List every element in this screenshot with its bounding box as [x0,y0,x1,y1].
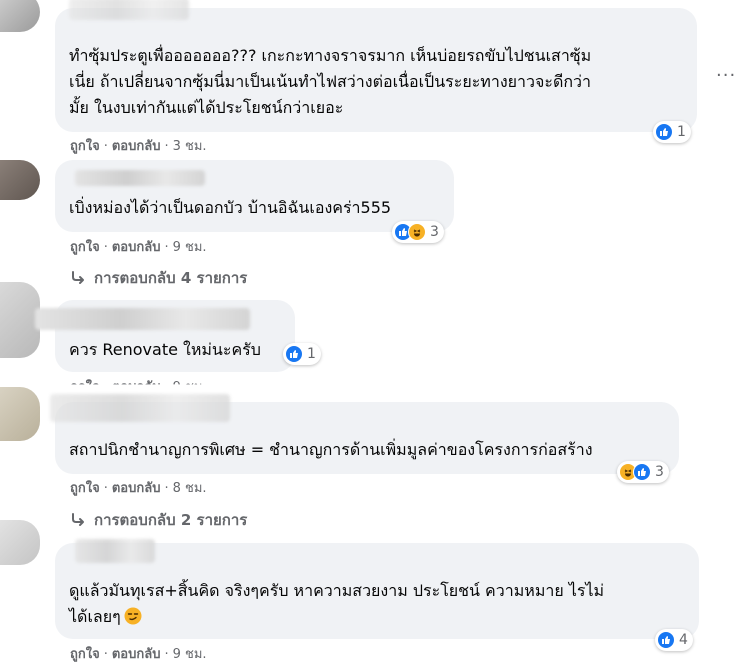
reaction-count: 1 [677,124,686,140]
like-link[interactable]: ถูกใจ [70,481,100,496]
like-link[interactable]: ถูกใจ [70,240,100,255]
avatar[interactable] [0,520,40,565]
replies-count-label: การตอบกลับ 2 รายการ [94,511,248,529]
avatar[interactable] [0,0,40,32]
reply-link[interactable]: ตอบกลับ [112,647,161,662]
reply-link[interactable]: ตอบกลับ [112,380,161,384]
author-name[interactable] [35,308,250,330]
author-name[interactable] [75,170,205,186]
comment-bubble: ดูแล้วมันทุเรส+สิ้นคิด จริงๆครับ หาความส… [55,539,699,639]
reaction-summary[interactable]: 1 [283,343,321,365]
comment-text-line: ควร Renovate ใหม่นะครับ [69,340,261,359]
view-replies-link[interactable]: การตอบกลับ 4 รายการ [70,266,247,290]
comment-text-line: ได้เลยๆ [69,605,142,632]
like-reaction-icon [657,631,675,649]
author-name[interactable] [69,0,189,20]
timestamp[interactable]: 9 ชม. [173,240,207,255]
reaction-count: 3 [430,224,439,240]
timestamp[interactable]: 8 ชม. [173,481,207,496]
reaction-summary[interactable]: 4 [655,629,693,651]
like-reaction-icon [633,463,651,481]
reaction-count: 1 [307,346,316,362]
comment-text-fragment: ได้เลยๆ [69,607,121,626]
comment-text-line: ทำซุ้มประตูเพื่อออออออ??? เกะกะทางจราจรม… [69,46,592,65]
reply-link[interactable]: ตอบกลับ [112,240,161,255]
comment-text-line: ดูแล้วมันทุเรส+สิ้นคิด จริงๆครับ หาความส… [69,581,605,600]
timestamp[interactable]: 3 ชม. [173,139,207,154]
like-link[interactable]: ถูกใจ [70,139,100,154]
reaction-count: 3 [655,464,664,480]
comment-bubble: สถาปนิกชำนาญการพิเศษ = ชำนาญการด้านเพิ่ม… [50,394,679,474]
like-reaction-icon [655,123,673,141]
smirk-emoji-icon [124,607,142,632]
more-options-icon[interactable]: ··· [716,65,736,86]
view-replies-link[interactable]: การตอบกลับ 2 รายการ [70,508,247,532]
reply-link[interactable]: ตอบกลับ [112,481,161,496]
timestamp[interactable]: 9 ชม. [173,647,207,662]
haha-reaction-icon [408,223,426,241]
comment-text-line: เนี่ย ถ้าเปลี่ยนจากซุ้มนี่มาเป็นเน้นทำไฟ… [69,72,591,91]
comment-actions: ถูกใจ · ตอบกลับ · 8 ชม. [70,481,207,496]
comment-actions: ถูกใจ · ตอบกลับ · 3 ชม. [70,139,207,154]
comment-text-line: เบิ่งหม่องได้ว่าเป็นดอกบัว บ้านอิฉันเองค… [69,198,392,217]
timestamp[interactable]: 9 ชม. [173,380,207,384]
like-reaction-icon [285,345,303,363]
comment-bubble: เบิ่งหม่องได้ว่าเป็นดอกบัว บ้านอิฉันเองค… [55,160,454,232]
reaction-summary[interactable]: 1 [653,121,691,143]
comment-bubble: ทำซุ้มประตูเพื่อออออออ??? เกะกะทางจราจรม… [55,0,697,132]
avatar[interactable] [0,160,40,200]
reaction-summary[interactable]: 3 [617,461,669,483]
reply-arrow-icon [72,513,84,526]
author-name[interactable] [75,539,155,563]
reply-link[interactable]: ตอบกลับ [112,139,161,154]
comment-actions: ถูกใจ · ตอบกลับ · 9 ชม. [70,240,207,255]
comment-text-line: สถาปนิกชำนาญการพิเศษ = ชำนาญการด้านเพิ่ม… [69,440,593,459]
comment-bubble: ควร Renovate ใหม่นะครับ [35,300,295,372]
comment-text-line: มั้ย ในงบเท่ากันแต่ได้ประโยชน์กว่าเยอะ [69,98,344,117]
like-link[interactable]: ถูกใจ [70,647,100,662]
comment-actions: ถูกใจ · ตอบกลับ · 9 ชม. [70,647,207,662]
reaction-count: 4 [679,632,688,648]
reply-arrow-icon [72,271,84,284]
reaction-summary[interactable]: 3 [392,221,444,243]
replies-count-label: การตอบกลับ 4 รายการ [94,269,248,287]
avatar[interactable] [0,387,40,441]
avatar[interactable] [0,282,40,358]
like-link[interactable]: ถูกใจ [70,380,100,384]
author-name[interactable] [50,394,230,422]
